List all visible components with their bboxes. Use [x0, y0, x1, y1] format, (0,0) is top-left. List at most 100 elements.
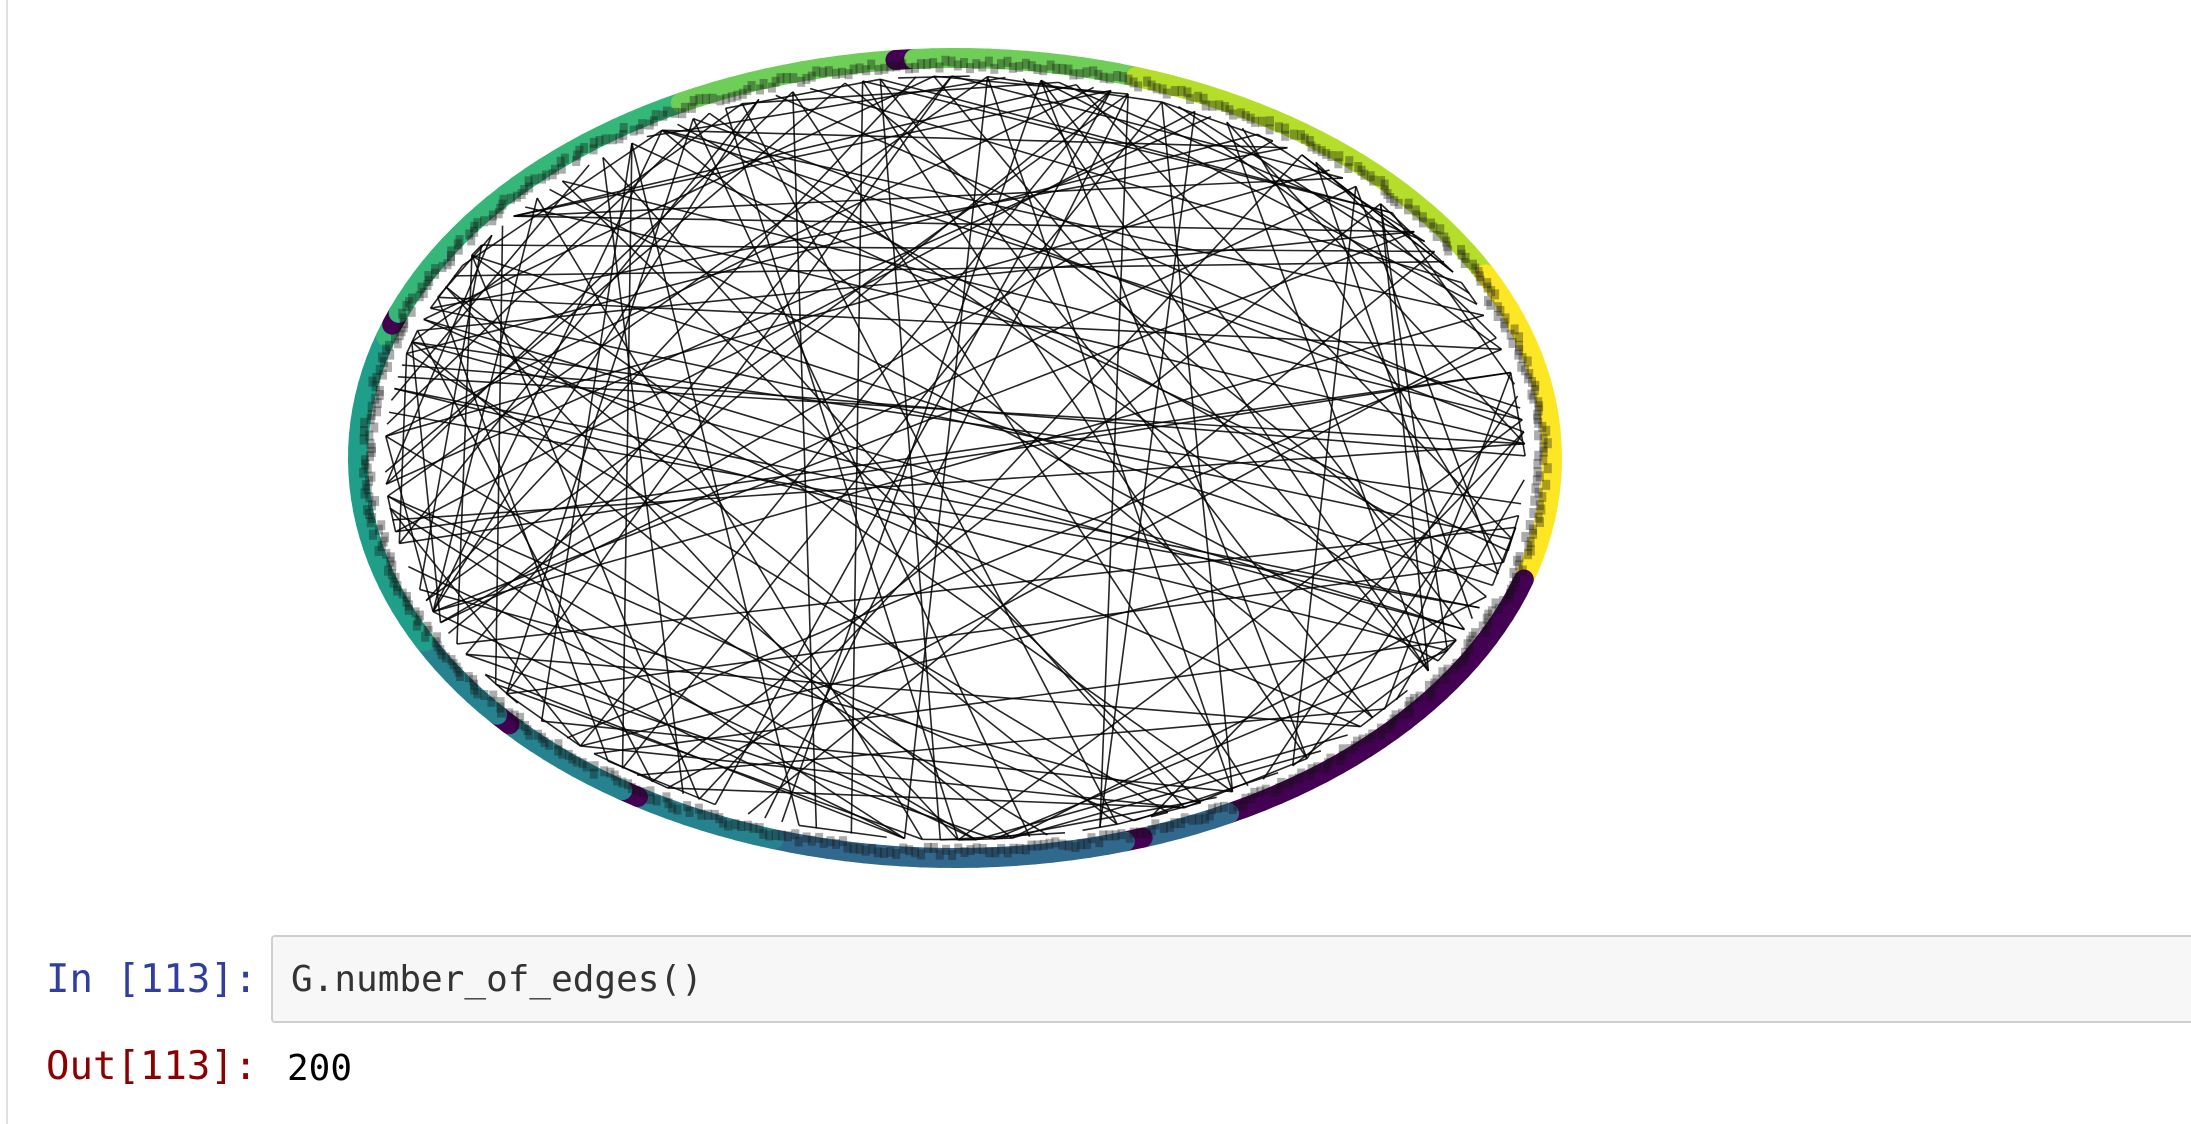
node-label-mark	[651, 110, 660, 121]
node-label-mark	[1346, 744, 1355, 755]
node-label-mark	[377, 520, 386, 531]
node-label-mark	[1405, 707, 1414, 718]
node-label-mark	[662, 106, 671, 117]
graph-edge	[410, 341, 442, 623]
node-label-mark	[455, 235, 464, 246]
graph-edge	[1040, 79, 1466, 630]
node-label-mark	[1095, 837, 1104, 848]
node-label-mark	[600, 766, 609, 777]
node-label-mark	[1015, 61, 1024, 72]
node-label-mark	[1271, 786, 1280, 797]
node-label-mark	[1494, 603, 1503, 614]
node-label-mark	[489, 690, 498, 701]
node-label-mark	[1075, 69, 1084, 80]
graph-edge	[399, 371, 1511, 545]
node-label-mark	[1039, 65, 1048, 76]
node-label-mark	[560, 153, 569, 164]
node-label-mark	[619, 122, 628, 133]
node-label-mark	[433, 632, 442, 643]
node-label-mark	[1058, 839, 1067, 850]
node-label-mark	[731, 819, 740, 830]
graph-edge	[579, 90, 1112, 747]
node-label-mark	[499, 194, 508, 205]
node-label-mark	[1543, 463, 1552, 474]
graph-edge	[418, 244, 483, 590]
node-label-mark	[1418, 217, 1427, 228]
node-label-mark	[530, 174, 539, 185]
node-label-mark	[1228, 804, 1237, 815]
node-label-mark	[1285, 778, 1294, 789]
node-label-mark	[789, 73, 798, 84]
node-label-mark	[590, 761, 599, 772]
node-label-mark	[1162, 88, 1171, 99]
node-label-mark	[1322, 763, 1331, 774]
node-label-mark	[671, 107, 680, 118]
node-label-mark	[1188, 814, 1197, 825]
node-label-mark	[1432, 230, 1441, 241]
node-label-mark	[480, 689, 489, 700]
node-label-mark	[694, 803, 703, 814]
graph-edge	[465, 653, 1361, 728]
node-label-mark	[533, 729, 542, 740]
input-prompt: In [113]:	[46, 957, 258, 1002]
node-label-mark	[1394, 198, 1403, 209]
node-label-mark	[1306, 769, 1315, 780]
node-label-mark	[1334, 158, 1343, 169]
notebook: In [113]: G.number_of_edges() Out[113]: …	[0, 0, 2191, 1124]
node-label-mark	[1289, 129, 1298, 140]
node-label-mark	[580, 143, 589, 154]
node-label-mark	[1524, 549, 1533, 560]
node-label-mark	[1327, 151, 1336, 162]
node-label-mark	[1384, 722, 1393, 733]
node-label-mark	[683, 801, 692, 812]
graph-edge	[1379, 203, 1449, 651]
graph-edge	[525, 206, 1525, 445]
node-label-mark	[1369, 175, 1378, 186]
node-label-mark	[704, 809, 713, 820]
node-label-mark	[1486, 299, 1495, 310]
graph-edge	[661, 129, 1374, 719]
node-label-mark	[708, 93, 717, 104]
network-graph-plot	[348, 48, 1562, 868]
node-label-mark	[1425, 691, 1434, 702]
graph-edge	[844, 82, 1487, 598]
node-label-mark	[759, 78, 768, 89]
node-label-mark	[1542, 479, 1551, 490]
node-label-mark	[1344, 163, 1353, 174]
node-label-mark	[480, 216, 489, 227]
node-label-mark	[1229, 109, 1238, 120]
node-label-mark	[1250, 116, 1259, 127]
node-label-mark	[1491, 289, 1500, 300]
node-label-mark	[408, 293, 417, 304]
graph-edges	[384, 75, 1526, 841]
graph-edge	[580, 514, 1519, 747]
node-label-mark	[601, 134, 610, 145]
node-label-mark	[662, 792, 671, 803]
node-label-mark	[899, 843, 908, 854]
graph-edge	[879, 79, 942, 840]
graph-edge	[1437, 639, 1457, 662]
node-label-mark	[646, 786, 655, 797]
node-label-mark	[867, 59, 876, 70]
node-label-mark	[791, 829, 800, 840]
node-label-mark	[1451, 662, 1460, 673]
code-text[interactable]: G.number_of_edges()	[291, 957, 703, 1003]
node-label-mark	[1460, 257, 1469, 268]
node-label-mark	[423, 621, 432, 632]
output-prompt: Out[113]:	[46, 1044, 258, 1089]
node-label-mark	[1459, 656, 1468, 667]
node-label-mark	[815, 832, 824, 843]
graph-figure-output	[0, 0, 2191, 900]
node-label-mark	[1481, 626, 1490, 637]
node-label-mark	[680, 102, 689, 113]
node-label-mark	[1125, 832, 1134, 843]
code-input-cell[interactable]: G.number_of_edges()	[271, 935, 2191, 1023]
graph-edge	[1507, 515, 1520, 552]
node-label-mark	[1170, 86, 1179, 97]
node-label-mark	[1536, 517, 1545, 528]
node-label-mark	[839, 836, 848, 847]
node-label-mark	[802, 832, 811, 843]
graph-edge	[513, 215, 1415, 233]
graph-edge	[481, 244, 1435, 253]
node-label-mark	[1105, 73, 1114, 84]
